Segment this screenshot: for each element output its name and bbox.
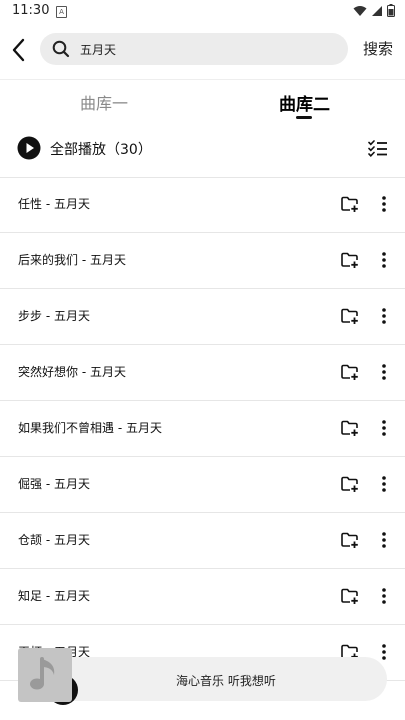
more-options-button[interactable] [377, 643, 391, 661]
tab-library-1[interactable]: 曲库一 [80, 90, 128, 114]
song-row[interactable]: 任性 - 五月天 [0, 177, 405, 233]
search-input[interactable] [80, 39, 330, 59]
more-vert-icon [382, 476, 386, 492]
more-options-button[interactable] [377, 419, 391, 437]
status-time: 11:30 [12, 3, 50, 18]
back-icon [12, 38, 25, 62]
song-title: 倔强 - 五月天 [18, 477, 90, 491]
add-to-playlist-button[interactable] [341, 251, 359, 269]
back-button[interactable] [8, 36, 32, 64]
add-to-playlist-button[interactable] [341, 587, 359, 605]
header-divider [0, 79, 405, 80]
add-to-playlist-button[interactable] [341, 475, 359, 493]
song-row[interactable]: 后来的我们 - 五月天 [0, 233, 405, 289]
add-to-playlist-icon [341, 252, 358, 268]
song-row[interactable]: 知足 - 五月天 [0, 569, 405, 625]
signal-icon [372, 5, 382, 16]
play-all-button[interactable] [17, 136, 41, 160]
mini-player-artwork[interactable] [18, 648, 72, 702]
song-title: 如果我们不曾相遇 - 五月天 [18, 421, 162, 435]
song-title: 突然好想你 - 五月天 [18, 365, 126, 379]
song-title: 仓颉 - 五月天 [18, 533, 90, 547]
song-title: 后来的我们 - 五月天 [18, 253, 126, 267]
system-icons [353, 4, 395, 17]
more-vert-icon [382, 420, 386, 436]
wifi-icon [353, 5, 367, 16]
more-options-button[interactable] [377, 363, 391, 381]
song-row[interactable]: 如果我们不曾相遇 - 五月天 [0, 401, 405, 457]
add-to-playlist-icon [341, 196, 358, 212]
add-to-playlist-icon [341, 308, 358, 324]
song-title: 任性 - 五月天 [18, 197, 90, 211]
more-options-button[interactable] [377, 307, 391, 325]
search-box[interactable] [40, 33, 348, 65]
add-to-playlist-button[interactable] [341, 419, 359, 437]
search-button[interactable]: 搜索 [363, 38, 393, 59]
tab-active-indicator [296, 116, 312, 119]
add-to-playlist-button[interactable] [341, 363, 359, 381]
music-note-icon [30, 657, 55, 690]
batch-select-button[interactable] [368, 139, 388, 161]
checklist-icon [368, 140, 387, 157]
add-to-playlist-icon [341, 588, 358, 604]
more-options-button[interactable] [377, 195, 391, 213]
search-icon [52, 40, 70, 58]
add-to-playlist-icon [341, 420, 358, 436]
play-icon [17, 136, 41, 160]
more-options-button[interactable] [377, 475, 391, 493]
play-all-label[interactable]: 全部播放（30） [50, 139, 152, 159]
status-bar: 11:30 A [0, 0, 405, 24]
add-to-playlist-button[interactable] [341, 531, 359, 549]
more-vert-icon [382, 252, 386, 268]
sim-badge: A [56, 6, 67, 18]
more-options-button[interactable] [377, 587, 391, 605]
more-vert-icon [382, 308, 386, 324]
mini-player-text: 海心音乐 听我想听 [176, 674, 276, 688]
more-vert-icon [382, 364, 386, 380]
song-list: 任性 - 五月天后来的我们 - 五月天 步步 - 五月天突然好想你 - 五月天如果… [0, 177, 405, 681]
add-to-playlist-button[interactable] [341, 307, 359, 325]
more-options-button[interactable] [377, 251, 391, 269]
song-title: 步步 - 五月天 [18, 309, 90, 323]
add-to-playlist-button[interactable] [341, 195, 359, 213]
song-row[interactable]: 突然好想你 - 五月天 [0, 345, 405, 401]
more-vert-icon [382, 532, 386, 548]
song-row[interactable]: 倔强 - 五月天 [0, 457, 405, 513]
add-to-playlist-icon [341, 532, 358, 548]
song-row[interactable]: 步步 - 五月天 [0, 289, 405, 345]
more-vert-icon [382, 196, 386, 212]
more-vert-icon [382, 588, 386, 604]
add-to-playlist-icon [341, 364, 358, 380]
more-vert-icon [382, 644, 386, 660]
song-row[interactable]: 仓颉 - 五月天 [0, 513, 405, 569]
add-to-playlist-icon [341, 476, 358, 492]
song-title: 知足 - 五月天 [18, 589, 90, 603]
more-options-button[interactable] [377, 531, 391, 549]
battery-icon [387, 4, 395, 17]
tab-library-2[interactable]: 曲库二 [279, 90, 330, 115]
